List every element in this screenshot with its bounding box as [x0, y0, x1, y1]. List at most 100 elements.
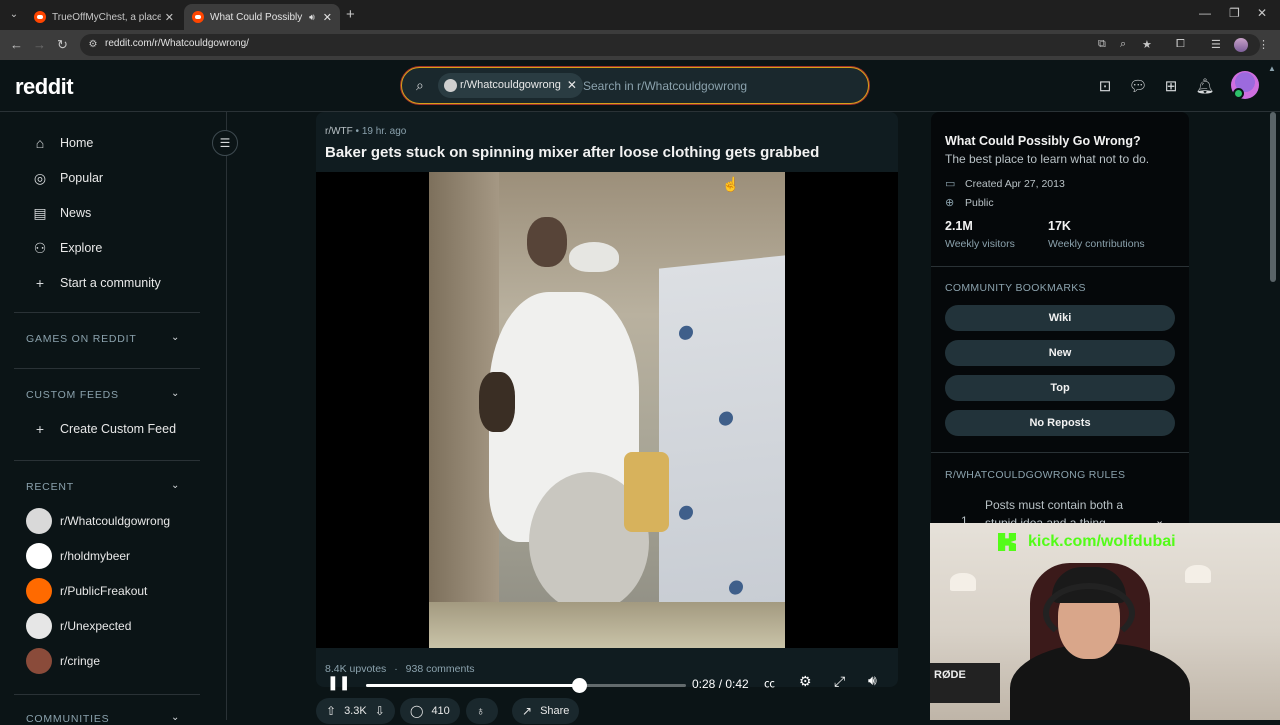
omnibox[interactable]: ⚙ reddit.com/r/Whatcouldgowrong/ ⧉ ⌕ ★ ⧠…	[80, 34, 1269, 56]
chat-icon[interactable]: 💬︎	[1128, 77, 1148, 97]
minimize-icon[interactable]: —	[1199, 6, 1211, 20]
downvote-icon[interactable]: ⇩	[375, 704, 385, 718]
volume-icon[interactable]: 🔊︎	[868, 672, 877, 689]
divider	[14, 312, 200, 313]
sidebar-item-label: Home	[60, 136, 94, 150]
meta-separator: •	[355, 126, 360, 137]
chip-remove-icon[interactable]: ✕	[567, 73, 577, 98]
video-player[interactable]: ❚❚ 0:28 / 0:42 ㏄ ⚙ ⤢ 🔊︎	[316, 172, 898, 693]
sidebar-item-label: Explore	[60, 241, 103, 255]
award-button[interactable]: ♁	[466, 698, 498, 724]
tab-close-icon[interactable]: ✕	[165, 11, 174, 24]
fullscreen-icon[interactable]: ⤢	[834, 673, 845, 690]
extensions-icon[interactable]: ⧠	[1176, 38, 1185, 51]
reddit-favicon-icon	[34, 11, 46, 23]
profile-avatar-icon[interactable]	[1234, 38, 1248, 52]
bookmark-new-button[interactable]: New	[945, 340, 1175, 366]
create-custom-feed[interactable]: + Create Custom Feed	[30, 417, 176, 441]
recent-item[interactable]: r/holdmybeer	[26, 542, 130, 570]
chevron-down-icon[interactable]: ⌄	[171, 332, 179, 343]
popular-icon: ◎	[33, 169, 47, 186]
bookmark-top-button[interactable]: Top	[945, 375, 1175, 401]
chip-label: r/Whatcouldgowrong	[460, 79, 561, 91]
sidebar-item-popular[interactable]: ◎ Popular	[30, 166, 103, 190]
maximize-icon[interactable]: ❐	[1229, 6, 1240, 20]
webcam-overlay: RØDE kick.com/wolfdubai	[930, 523, 1280, 720]
address-bar: ← → ↻ ⚙ reddit.com/r/Whatcouldgowrong/ ⧉…	[0, 30, 1280, 60]
upvote-icon[interactable]: ⇧	[326, 704, 336, 718]
comments-button[interactable]: ◯ 410	[400, 698, 460, 724]
search-icon: ⌕	[416, 77, 424, 93]
seek-handle[interactable]	[572, 678, 588, 693]
post-meta: r/WTF • 19 hr. ago	[325, 126, 406, 137]
search-input[interactable]: Search in r/Whatcouldgowrong	[583, 79, 747, 93]
tab-search-icon[interactable]: ⌄	[6, 7, 22, 23]
recent-item[interactable]: r/Whatcouldgowrong	[26, 507, 170, 535]
vote-button-group[interactable]: ⇧ 3.3K ⇩	[316, 698, 395, 724]
collapse-sidebar-button[interactable]: ☰	[212, 130, 238, 156]
reload-icon[interactable]: ↻	[57, 37, 68, 53]
chevron-down-icon[interactable]: ⌄	[171, 388, 179, 399]
zoom-icon[interactable]: ⌕	[1120, 38, 1126, 51]
post-title[interactable]: Baker gets stuck on spinning mixer after…	[325, 144, 819, 161]
sidebar-item-label: Start a community	[60, 276, 161, 290]
browser-tab[interactable]: TrueOffMyChest, a place for pe ✕	[26, 4, 182, 30]
post-subreddit[interactable]: r/WTF	[325, 126, 353, 137]
pause-icon[interactable]: ❚❚	[327, 674, 350, 691]
bookmark-star-icon[interactable]: ★	[1142, 38, 1152, 51]
comment-count[interactable]: 938 comments	[406, 663, 475, 675]
section-recent[interactable]: RECENT	[26, 481, 74, 493]
sidebar-item-home[interactable]: ⌂ Home	[30, 131, 94, 155]
user-avatar[interactable]	[1231, 71, 1259, 99]
recent-item-label: r/holdmybeer	[60, 549, 131, 563]
subreddit-search-chip[interactable]: r/Whatcouldgowrong ✕	[438, 73, 583, 98]
close-window-icon[interactable]: ✕	[1257, 6, 1267, 20]
captions-icon[interactable]: ㏄	[764, 675, 775, 691]
search-bar[interactable]: ⌕ r/Whatcouldgowrong ✕ Search in r/Whatc…	[401, 67, 869, 104]
seek-progress	[366, 684, 580, 687]
weekly-visitors-value: 2.1M	[945, 219, 973, 233]
post-card[interactable]: r/WTF • 19 hr. ago Baker gets stuck on s…	[316, 112, 898, 693]
post-stats: 8.4K upvotes · 938 comments	[325, 663, 475, 675]
reddit-logo[interactable]: reddit	[15, 74, 74, 100]
share-button[interactable]: ↗ Share	[512, 698, 580, 724]
post-time: 19 hr. ago	[361, 126, 407, 137]
reddit-favicon-icon	[192, 11, 204, 23]
bookmark-wiki-button[interactable]: Wiki	[945, 305, 1175, 331]
cast-icon[interactable]: ⧉	[1098, 38, 1106, 51]
section-custom-feeds[interactable]: CUSTOM FEEDS	[26, 389, 119, 401]
browser-tab-bar: ⌄ TrueOffMyChest, a place for pe ✕ What …	[0, 0, 1280, 30]
bookmark-no-reposts-button[interactable]: No Reposts	[945, 410, 1175, 436]
recent-item[interactable]: r/PublicFreakout	[26, 577, 147, 605]
stats-separator: ·	[394, 663, 398, 675]
audio-playing-icon[interactable]: 🔊︎	[309, 12, 315, 23]
url-text[interactable]: reddit.com/r/Whatcouldgowrong/	[105, 38, 249, 49]
reading-list-icon[interactable]: ☰	[1211, 38, 1221, 51]
forward-icon[interactable]: →	[33, 37, 46, 52]
advertise-icon[interactable]: ⊡	[1095, 77, 1115, 97]
sidebar-item-start-community[interactable]: + Start a community	[30, 271, 161, 295]
page-scrollbar[interactable]	[1270, 112, 1276, 282]
notifications-bell-icon[interactable]: 🔔︎	[1195, 77, 1215, 97]
section-games-on-reddit[interactable]: GAMES ON REDDIT	[26, 333, 137, 345]
site-info-icon[interactable]: ⚙	[86, 38, 100, 52]
scroll-up-icon[interactable]: ▲	[1268, 64, 1276, 73]
chevron-down-icon[interactable]: ⌄	[171, 480, 179, 491]
more-menu-icon[interactable]: ⋮	[1258, 38, 1269, 51]
create-post-icon[interactable]: ⊞	[1161, 77, 1181, 97]
sidebar-item-news[interactable]: ▤ News	[30, 201, 91, 225]
video-frame[interactable]	[429, 172, 785, 648]
sidebar-item-label: Popular	[60, 171, 104, 185]
recent-item[interactable]: r/Unexpected	[26, 612, 131, 640]
chevron-down-icon[interactable]: ⌄	[171, 712, 179, 723]
tab-close-icon[interactable]: ✕	[323, 11, 332, 24]
recent-item[interactable]: r/cringe	[26, 647, 100, 675]
back-icon[interactable]: ←	[10, 37, 23, 52]
browser-tab-active[interactable]: What Could Possibly Go W 🔊︎ ✕	[184, 4, 340, 30]
section-communities[interactable]: COMMUNITIES	[26, 713, 109, 725]
new-tab-icon[interactable]: +	[346, 6, 355, 23]
settings-gear-icon[interactable]: ⚙	[799, 673, 812, 690]
sidebar-item-explore[interactable]: ⚇ Explore	[30, 236, 103, 260]
video-seek-bar[interactable]	[366, 678, 686, 693]
globe-icon: ⊕	[945, 197, 955, 209]
